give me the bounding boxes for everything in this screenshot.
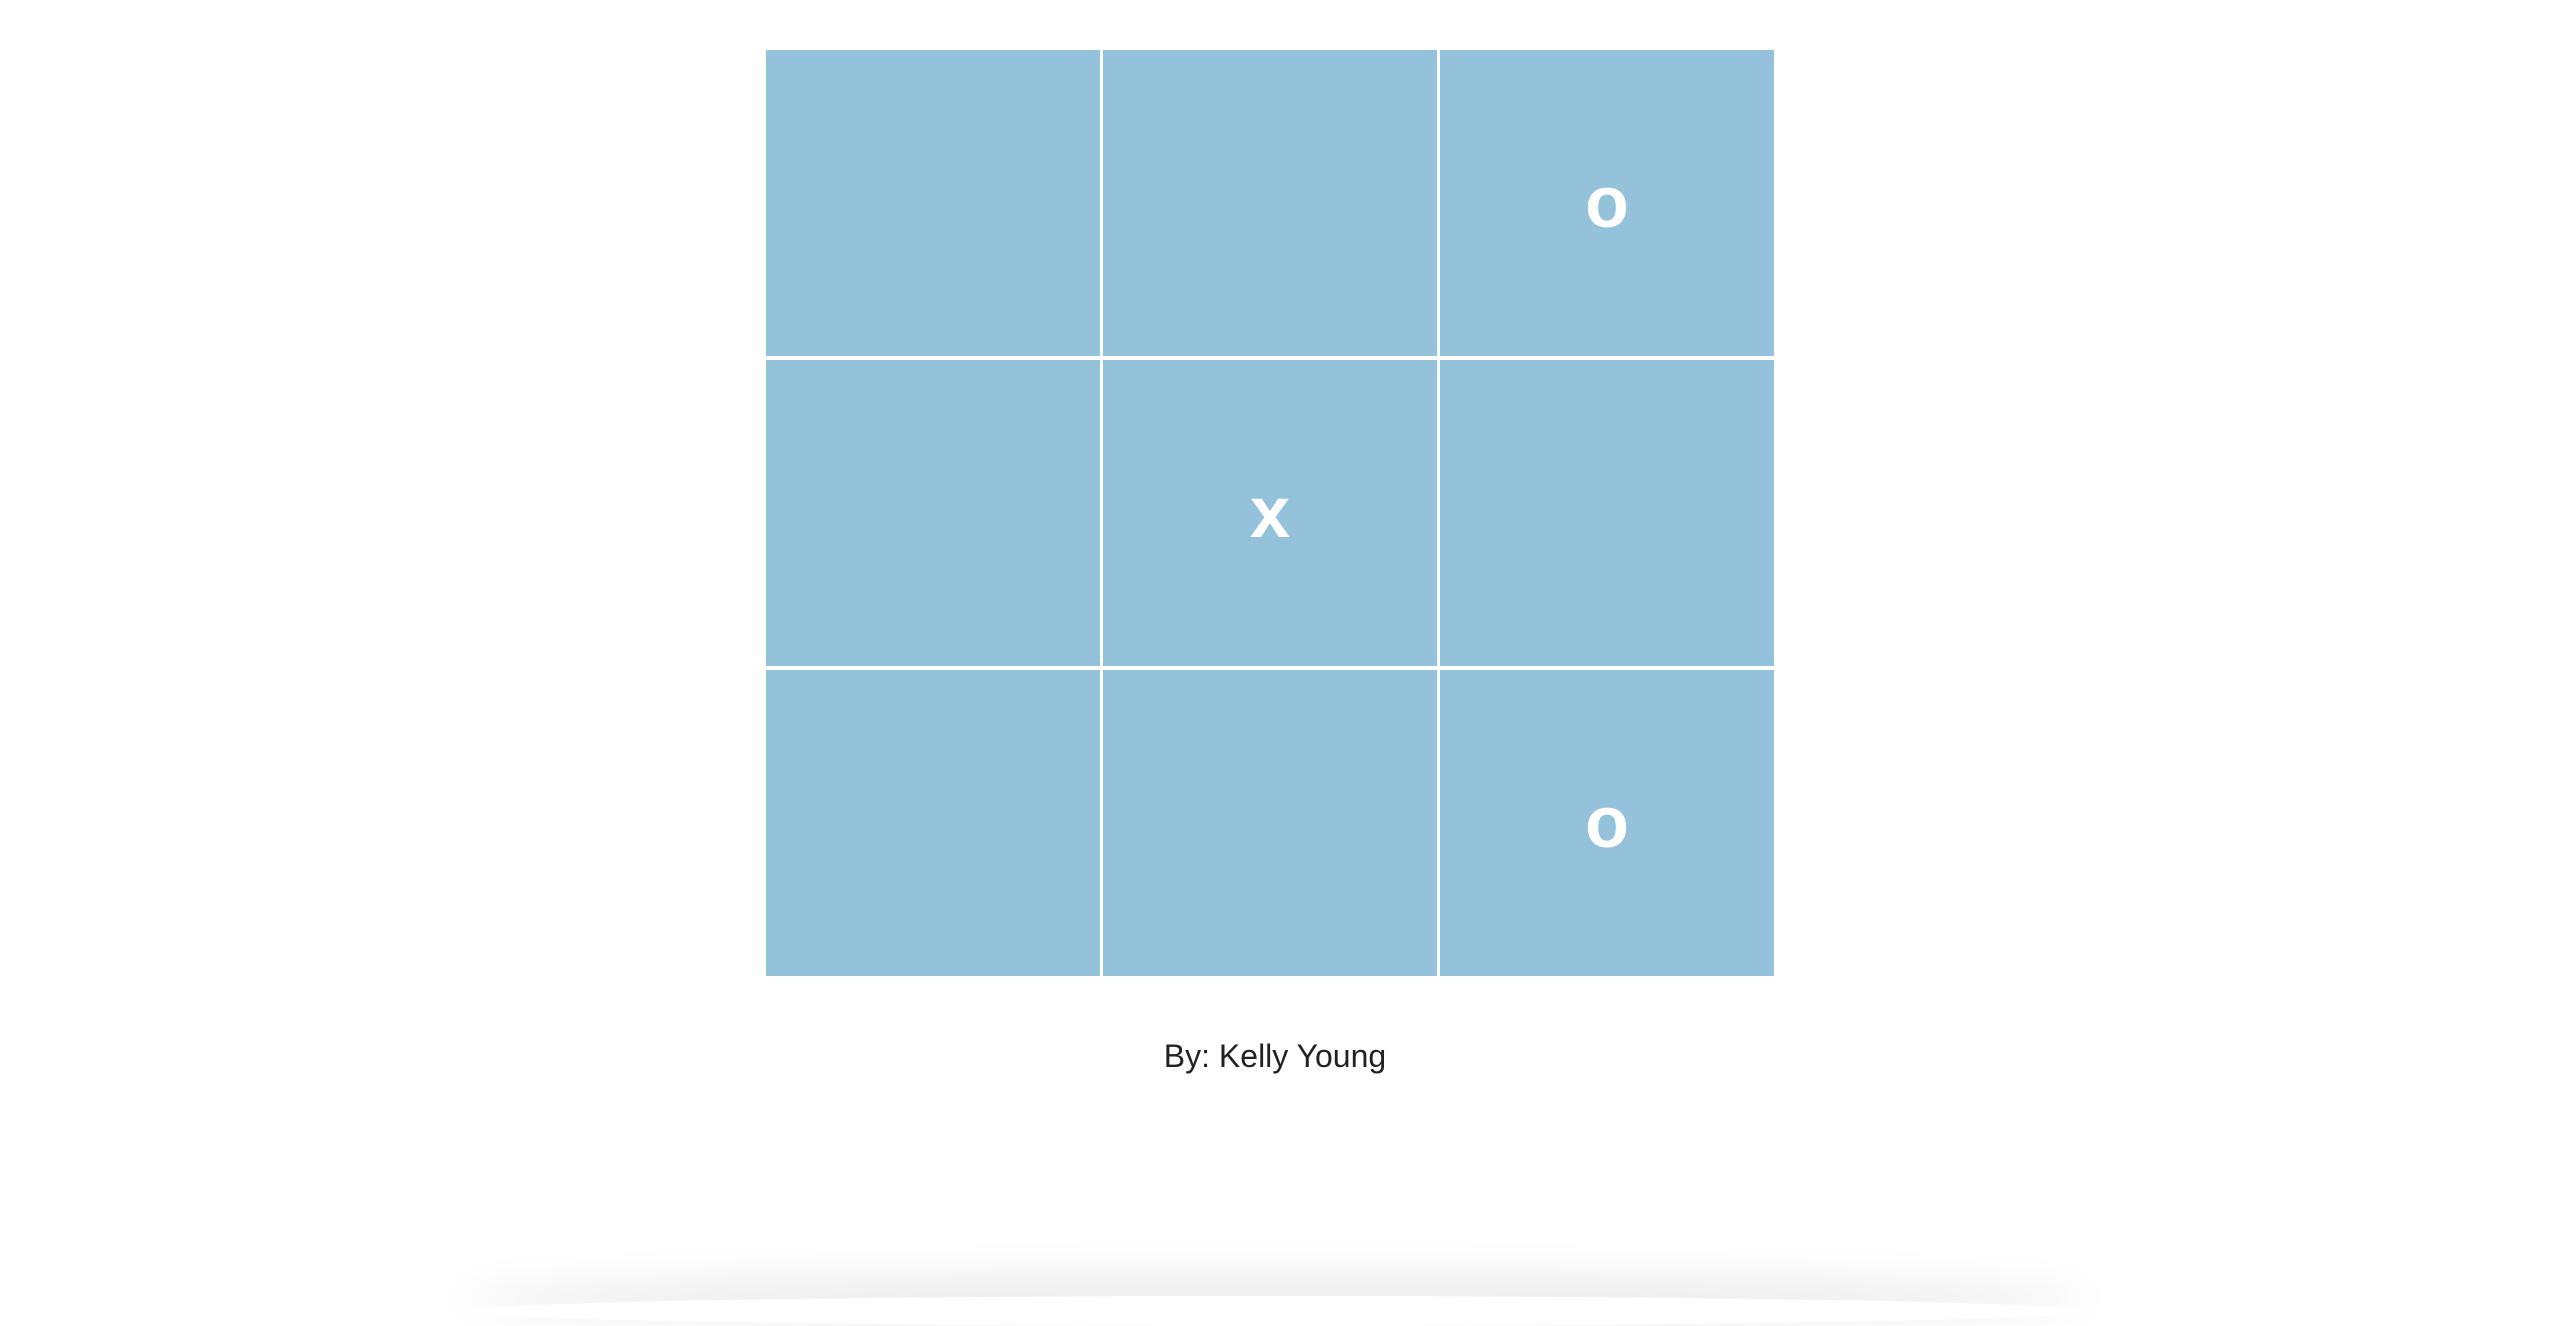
board-cell-7[interactable] [766, 670, 1100, 976]
board-cell-3[interactable]: o [1440, 50, 1774, 356]
author-credit: By: Kelly Young [1163, 1038, 1387, 1074]
board-cell-4[interactable] [766, 360, 1100, 666]
board-cell-6[interactable] [1440, 360, 1774, 666]
board-cell-5[interactable]: x [1103, 360, 1437, 666]
page-bottom-shadow [470, 1296, 2080, 1326]
game-board: o x o [766, 50, 1774, 976]
board-cell-8[interactable] [1103, 670, 1437, 976]
board-cell-2[interactable] [1103, 50, 1437, 356]
board-cell-9[interactable]: o [1440, 670, 1774, 976]
board-cell-1[interactable] [766, 50, 1100, 356]
